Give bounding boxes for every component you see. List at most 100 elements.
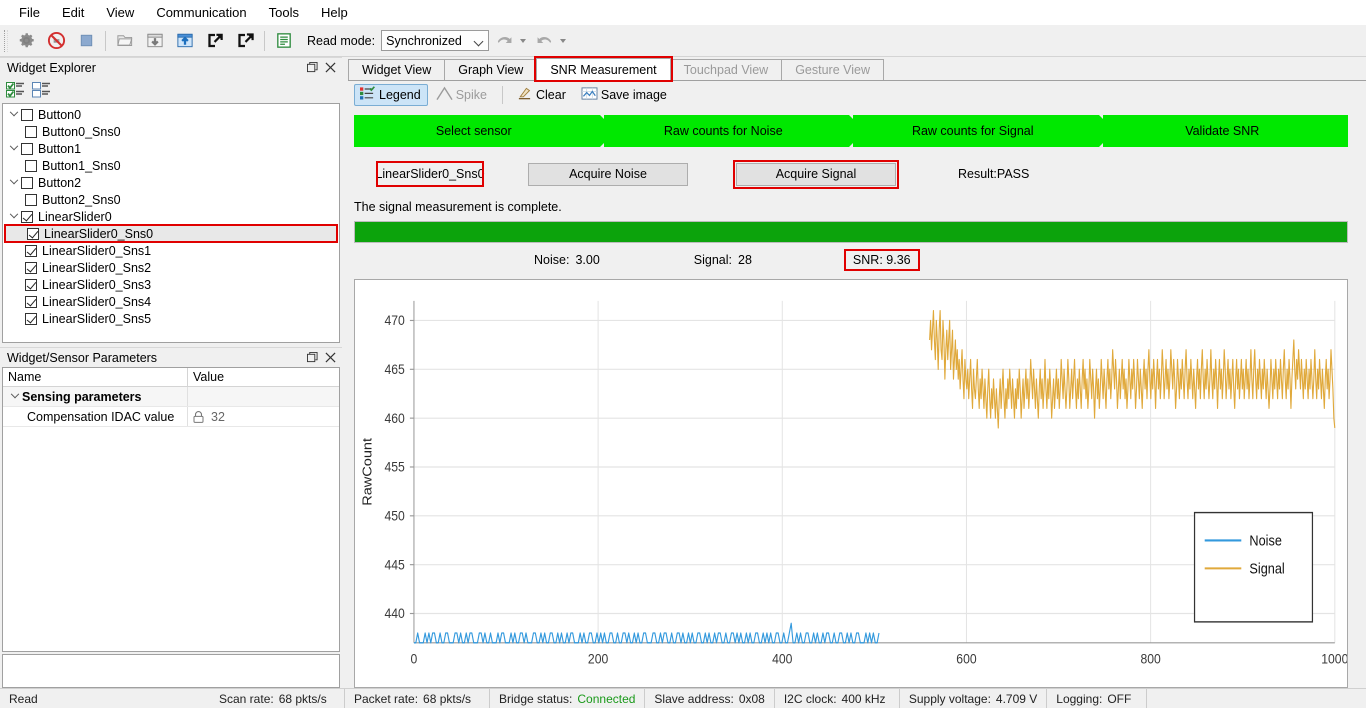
redo-dropdown-arrow[interactable] (560, 38, 567, 43)
tree-item-checkbox[interactable] (21, 176, 33, 189)
read-mode-select[interactable]: Synchronized (381, 30, 490, 51)
x-tick-label: 400 (772, 651, 792, 667)
param-value[interactable]: 32 (188, 407, 339, 426)
params-close-icon[interactable] (322, 350, 338, 366)
tree-item-checkbox[interactable] (25, 125, 37, 138)
menu-item-edit[interactable]: Edit (51, 2, 95, 23)
tree-item-button2_sns0[interactable]: Button2_Sns0 (3, 191, 339, 208)
undo-dropdown-arrow[interactable] (520, 38, 527, 43)
status-cell-read: Read (0, 689, 210, 708)
clear-button[interactable]: Clear (511, 84, 573, 106)
spike-icon (436, 86, 453, 104)
chevron-down-icon[interactable] (7, 175, 21, 190)
progress-bar-fill (355, 222, 1347, 242)
tree-item-label: Button0 (38, 107, 82, 122)
stop-icon[interactable] (72, 28, 100, 54)
menu-item-view[interactable]: View (95, 2, 145, 23)
tree-item-checkbox[interactable] (25, 261, 37, 274)
params-group-name: Sensing parameters (3, 387, 188, 406)
save-image-button[interactable]: Save image (576, 84, 674, 106)
save-image-icon (581, 86, 598, 104)
clear-button-label: Clear (536, 88, 566, 102)
tree-item-checkbox[interactable] (25, 244, 37, 257)
legend-button[interactable]: Legend (354, 84, 428, 106)
x-tick-label: 1000 (1321, 651, 1347, 667)
disconnect-icon[interactable] (42, 28, 70, 54)
redo-button[interactable] (530, 28, 558, 54)
tree-item-label: Button1 (38, 141, 82, 156)
spike-button[interactable]: Spike (431, 84, 494, 106)
chevron-down-icon[interactable] (8, 389, 22, 404)
widget-explorer-tree[interactable]: Button0 Button0_Sns0 Button1 Button1_Sns0 Bu… (2, 103, 340, 343)
tree-item-linearslider0_sns2[interactable]: LinearSlider0_Sns2 (3, 259, 339, 276)
menu-item-help[interactable]: Help (310, 2, 359, 23)
tree-item-checkbox[interactable] (27, 227, 39, 240)
tab-snr-measurement[interactable]: SNR Measurement (534, 56, 673, 82)
chevron-down-icon[interactable] (7, 141, 21, 156)
uncheck-all-icon[interactable] (32, 81, 52, 99)
tree-item-label: LinearSlider0_Sns5 (42, 311, 152, 326)
tab-widget-view[interactable]: Widget View (348, 59, 446, 80)
chevron-down-icon[interactable] (7, 209, 21, 224)
legend-button-label: Legend (379, 88, 421, 102)
tree-item-button1_sns0[interactable]: Button1_Sns0 (3, 157, 339, 174)
toolbar-grip[interactable] (4, 29, 8, 52)
menu-item-file[interactable]: File (8, 2, 51, 23)
tab-graph-view[interactable]: Graph View (444, 59, 538, 80)
acquire-signal-button[interactable]: Acquire Signal (733, 159, 899, 189)
tab-label: SNR Measurement (550, 62, 657, 77)
tree-item-button2[interactable]: Button2 (3, 174, 339, 191)
status-value: OFF (1107, 691, 1132, 706)
tree-item-linearslider0[interactable]: LinearSlider0 (3, 208, 339, 225)
tree-item-checkbox[interactable] (21, 142, 33, 155)
tree-item-button0[interactable]: Button0 (3, 106, 339, 123)
tree-item-checkbox[interactable] (25, 193, 37, 206)
tree-item-button0_sns0[interactable]: Button0_Sns0 (3, 123, 339, 140)
download-icon[interactable] (141, 28, 169, 54)
menu-item-communication[interactable]: Communication (145, 2, 257, 23)
tree-item-checkbox[interactable] (25, 159, 37, 172)
undo-button[interactable] (490, 28, 518, 54)
acquire-noise-button[interactable]: Acquire Noise (528, 162, 688, 186)
param-name-label: Compensation IDAC value (27, 409, 175, 424)
tree-item-linearslider0_sns4[interactable]: LinearSlider0_Sns4 (3, 293, 339, 310)
tree-toolbar (0, 77, 342, 103)
action-row: LinearSlider0_Sns0 Acquire Noise Acquire… (354, 159, 1348, 189)
params-group-row[interactable]: Sensing parameters (3, 387, 339, 407)
tree-item-linearslider0_sns5[interactable]: LinearSlider0_Sns5 (3, 310, 339, 327)
params-float-icon[interactable] (304, 350, 320, 366)
status-value: 400 kHz (841, 691, 886, 706)
legend-icon (359, 86, 376, 104)
tree-item-button1[interactable]: Button1 (3, 140, 339, 157)
snr-label: SNR: (852, 253, 883, 267)
snr-chart[interactable]: 440 445 450 455 460 465 470 0 200 400 600 800 1000 Ra… (354, 279, 1348, 688)
x-tick-label: 600 (956, 651, 976, 667)
tree-item-checkbox[interactable] (25, 278, 37, 291)
float-icon[interactable] (304, 60, 320, 76)
tree-item-linearslider0_sns1[interactable]: LinearSlider0_Sns1 (3, 242, 339, 259)
tree-item-checkbox[interactable] (25, 295, 37, 308)
status-value: 4.709 V (995, 691, 1038, 706)
wizard-step-label: Raw counts for Noise (663, 124, 783, 138)
status-value: 0x08 (738, 691, 765, 706)
param-name: Compensation IDAC value (3, 407, 188, 426)
tree-item-linearslider0_sns0[interactable]: LinearSlider0_Sns0 (4, 224, 338, 243)
y-tick-label: 445 (384, 557, 404, 573)
menu-item-tools[interactable]: Tools (258, 2, 310, 23)
check-all-icon[interactable] (6, 81, 26, 99)
tree-item-checkbox[interactable] (25, 312, 37, 325)
export-icon[interactable] (231, 28, 259, 54)
tree-item-checkbox[interactable] (21, 108, 33, 121)
gear-icon[interactable] (12, 28, 40, 54)
open-file-icon[interactable] (111, 28, 139, 54)
noise-label: Noise: (534, 253, 570, 267)
chevron-down-icon[interactable] (7, 107, 21, 122)
y-tick-label: 455 (384, 459, 404, 475)
table-row[interactable]: Compensation IDAC value 32 (3, 407, 339, 427)
import-icon[interactable] (201, 28, 229, 54)
close-icon[interactable] (322, 60, 338, 76)
tree-item-checkbox[interactable] (21, 210, 33, 223)
upload-icon[interactable] (171, 28, 199, 54)
tree-item-linearslider0_sns3[interactable]: LinearSlider0_Sns3 (3, 276, 339, 293)
log-icon[interactable] (270, 28, 298, 54)
